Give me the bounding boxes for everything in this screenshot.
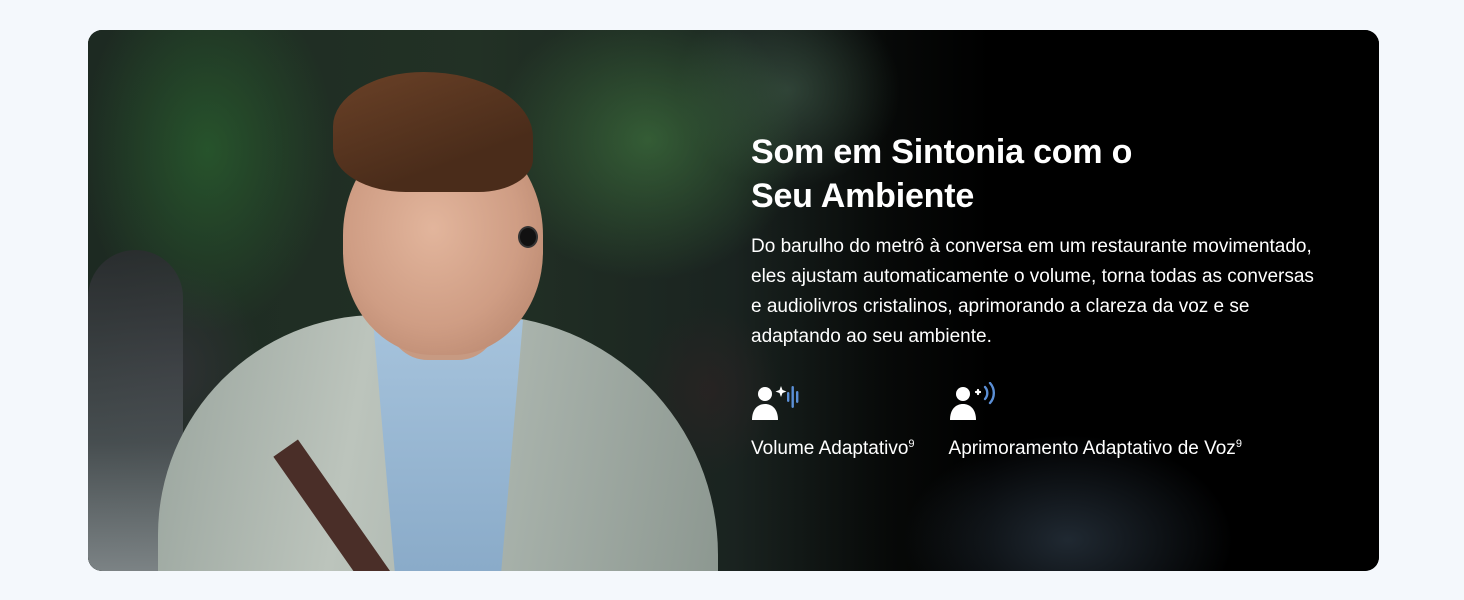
hair — [333, 72, 533, 192]
headline-line-2: Seu Ambiente — [751, 177, 975, 215]
feature-label-adaptive-voice: Aprimoramento Adaptativo de Voz9 — [949, 432, 1242, 461]
headline-line-1: Som em Sintonia com o — [751, 133, 1133, 171]
man-with-earbud-photo — [88, 30, 808, 571]
banner-content: Som em Sintonia com o Seu Ambiente Do ba… — [751, 130, 1351, 461]
footnote-marker: 9 — [908, 438, 915, 450]
person-sound-waves-icon — [949, 382, 995, 420]
earbud — [520, 228, 536, 246]
headline: Som em Sintonia com o Seu Ambiente — [751, 130, 1191, 218]
description: Do barulho do metrô à conversa em um res… — [751, 236, 1314, 347]
feature-label-text: Volume Adaptativo — [751, 438, 909, 459]
feature-label-adaptive-volume: Volume Adaptativo9 — [751, 432, 915, 461]
feature-list: Volume Adaptativo9 Aprimoramento Adaptat… — [751, 382, 1351, 461]
hero-banner: Som em Sintonia com o Seu Ambiente Do ba… — [88, 30, 1379, 571]
feature-adaptive-volume: Volume Adaptativo9 — [751, 382, 915, 461]
footnote-marker: 9 — [1235, 438, 1242, 450]
person-sparkle-volume-icon — [752, 386, 799, 420]
feature-label-text: Aprimoramento Adaptativo de Voz — [948, 438, 1236, 459]
feature-adaptive-voice: Aprimoramento Adaptativo de Voz9 — [949, 382, 1242, 461]
